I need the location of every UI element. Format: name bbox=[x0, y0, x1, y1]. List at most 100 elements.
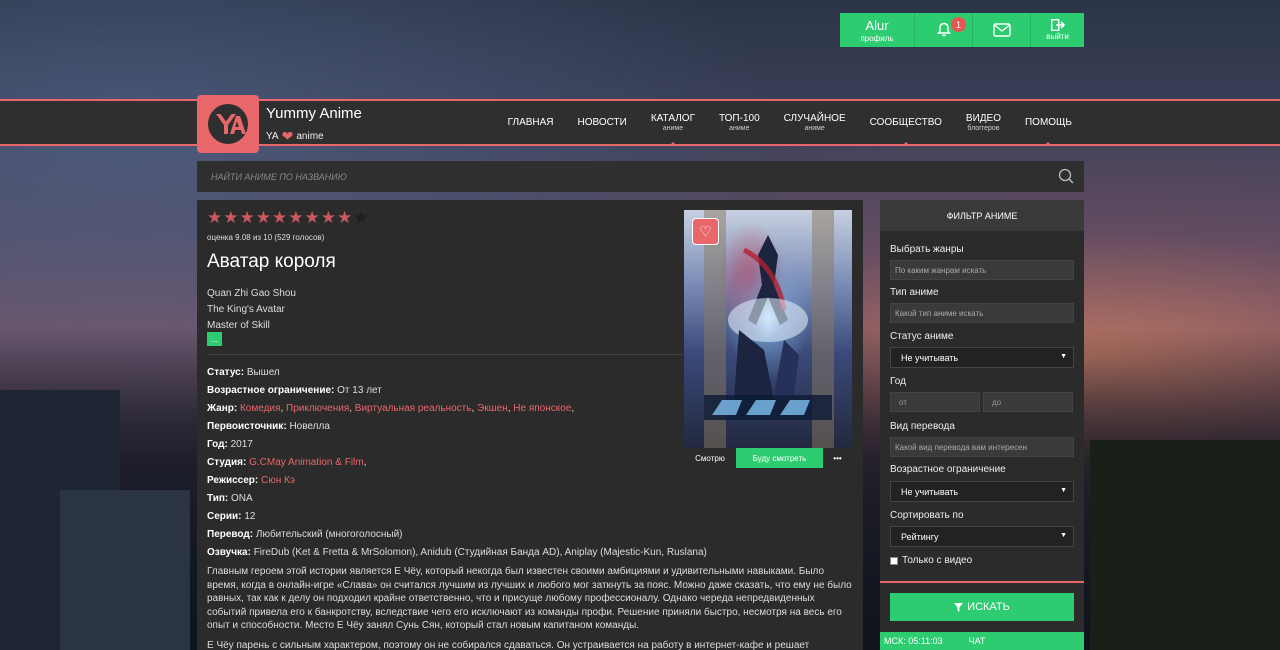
search-button-label: ИСКАТЬ bbox=[967, 601, 1010, 613]
info-label: Возрастное ограничение: bbox=[207, 385, 335, 396]
status-label: Статус аниме bbox=[890, 331, 954, 342]
genre-link[interactable]: Приключения bbox=[286, 403, 349, 414]
info-label: Первоисточник: bbox=[207, 421, 287, 432]
nav-help[interactable]: ПОМОЩЬ bbox=[1013, 101, 1084, 146]
logout-button[interactable]: выйти bbox=[1031, 13, 1084, 47]
info-value: Вышел bbox=[246, 367, 280, 378]
star-icon[interactable]: ★ bbox=[337, 209, 352, 226]
nav-catalog-label: КАТАЛОГ bbox=[650, 113, 695, 124]
studio-link[interactable]: G.CMay Animation & Film bbox=[249, 457, 363, 468]
star-icon[interactable]: ★ bbox=[305, 209, 320, 226]
notifications-button[interactable]: 1 bbox=[915, 13, 973, 47]
more-names-button[interactable]: ... bbox=[207, 332, 222, 346]
profile-label: профиль bbox=[860, 33, 894, 43]
heart-icon: ❤ bbox=[281, 128, 294, 144]
more-options-button[interactable]: ••• bbox=[823, 448, 852, 468]
nav-top100-label: ТОП-100 bbox=[718, 113, 760, 124]
search-button[interactable]: ИСКАТЬ bbox=[890, 593, 1074, 621]
info-value: От 13 лет bbox=[337, 385, 382, 396]
nav-home[interactable]: ГЛАВНАЯ bbox=[496, 101, 566, 144]
messages-button[interactable] bbox=[973, 13, 1031, 47]
nav-random-sub: аниме bbox=[804, 125, 825, 132]
anime-title: Аватар короля bbox=[207, 251, 336, 272]
genre-link[interactable]: Экшен bbox=[477, 403, 508, 414]
logout-label: выйти bbox=[1046, 32, 1069, 41]
star-icon[interactable]: ★ bbox=[272, 209, 287, 226]
star-icon[interactable]: ★ bbox=[207, 209, 222, 226]
bell-icon bbox=[936, 22, 951, 37]
star-icon[interactable]: ★ bbox=[321, 209, 336, 226]
site-tagline: YA ❤ anime bbox=[266, 128, 362, 145]
description-paragraph: Главным героем этой истории является Е Ч… bbox=[207, 566, 852, 632]
plan-to-watch-button[interactable]: Буду смотреть bbox=[736, 448, 823, 468]
site-logo[interactable] bbox=[197, 95, 259, 153]
watching-button[interactable]: Смотрю bbox=[684, 448, 736, 468]
info-value: 2017 bbox=[230, 439, 253, 450]
info-value: Новелла bbox=[289, 421, 330, 432]
rating-stars[interactable]: ★ ★ ★ ★ ★ ★ ★ ★ ★ ★ bbox=[207, 209, 369, 226]
status-select-value: Не учитывать bbox=[901, 352, 959, 363]
nav-random[interactable]: СЛУЧАЙНОЕ аниме bbox=[772, 101, 858, 144]
dropdown-arrow-icon: ▼ bbox=[1060, 353, 1067, 360]
director-link[interactable]: Сюн Кэ bbox=[261, 475, 295, 486]
nav-community[interactable]: СООБЩЕСТВО bbox=[858, 101, 954, 146]
info-value: ONA bbox=[231, 493, 253, 504]
anime-info: Статус: Вышел Возрастное ограничение: От… bbox=[207, 364, 707, 562]
info-label: Озвучка: bbox=[207, 547, 251, 558]
favorite-button[interactable]: ♡ bbox=[692, 218, 719, 245]
star-icon[interactable]: ★ bbox=[240, 209, 255, 226]
profile-button[interactable]: Alur профиль bbox=[840, 13, 915, 47]
info-label: Серии: bbox=[207, 511, 242, 522]
description-paragraph: Е Чёу парень с сильным характером, поэто… bbox=[207, 639, 810, 650]
info-type: Тип: ONA bbox=[207, 490, 677, 508]
info-label: Режиссер: bbox=[207, 475, 259, 486]
star-icon[interactable]: ★ bbox=[256, 209, 271, 226]
translation-label: Вид перевода bbox=[890, 421, 955, 432]
star-icon[interactable]: ★ bbox=[223, 209, 238, 226]
nav-catalog-sub: аниме bbox=[662, 125, 684, 132]
genre-link[interactable]: Не японское bbox=[513, 403, 571, 414]
type-input[interactable]: Какой тип аниме искать bbox=[890, 303, 1074, 323]
logo-icon bbox=[208, 104, 248, 144]
info-label: Студия: bbox=[207, 457, 247, 468]
divider bbox=[207, 354, 682, 355]
checkbox-box[interactable] bbox=[890, 556, 898, 565]
star-icon[interactable]: ★ bbox=[353, 209, 368, 226]
nav-help-label: ПОМОЩЬ bbox=[1024, 117, 1072, 128]
nav-catalog[interactable]: КАТАЛОГ аниме bbox=[639, 101, 707, 146]
nav-news-label: НОВОСТИ bbox=[577, 117, 627, 128]
genre-link[interactable]: Виртуальная реальность bbox=[355, 403, 472, 414]
info-value: Любительский (многоголосный) bbox=[255, 529, 403, 540]
chat-link[interactable]: ЧАТ bbox=[969, 636, 986, 646]
info-genres: Жанр: Комедия, Приключения, Виртуальная … bbox=[207, 403, 575, 414]
nav-video-sub: блоггеров bbox=[967, 125, 1000, 132]
status-select[interactable]: Не учитывать ▼ bbox=[890, 347, 1074, 368]
info-label: Статус: bbox=[207, 367, 245, 378]
info-translation: Перевод: Любительский (многоголосный) bbox=[207, 526, 677, 544]
info-age: Возрастное ограничение: От 13 лет bbox=[207, 382, 677, 400]
dropdown-arrow-icon: ▼ bbox=[1060, 487, 1067, 494]
search-input[interactable] bbox=[197, 161, 1084, 192]
clock-chat-bar: МСК: 05:11:03 ЧАТ bbox=[880, 632, 1084, 650]
age-select[interactable]: Не учитывать ▼ bbox=[890, 481, 1074, 502]
funnel-icon bbox=[954, 602, 964, 612]
genres-label: Выбрать жанры bbox=[890, 244, 964, 255]
genre-link[interactable]: Комедия bbox=[240, 403, 280, 414]
watch-list-bar: Смотрю Буду смотреть ••• bbox=[684, 448, 852, 468]
star-icon[interactable]: ★ bbox=[288, 209, 303, 226]
year-from-input[interactable]: от bbox=[890, 392, 980, 412]
rating-text: оценка 9.08 из 10 (529 голосов) bbox=[207, 233, 325, 242]
sort-select[interactable]: Рейтингу ▼ bbox=[890, 526, 1074, 547]
year-to-input[interactable]: до bbox=[983, 392, 1073, 412]
anime-card: ★ ★ ★ ★ ★ ★ ★ ★ ★ ★ оценка 9.08 из 10 (529 голосо… bbox=[197, 200, 863, 650]
nav-news[interactable]: НОВОСТИ bbox=[566, 101, 639, 144]
nav-top100[interactable]: ТОП-100 аниме bbox=[707, 101, 772, 144]
nav-video[interactable]: ВИДЕО блоггеров bbox=[954, 101, 1013, 144]
site-header: Yummy Anime YA ❤ anime ГЛАВНАЯ НОВОСТИ К… bbox=[0, 95, 1280, 153]
genres-input[interactable]: По каким жанрам искать bbox=[890, 260, 1074, 280]
translation-input[interactable]: Какой вид перевода вам интересен bbox=[890, 437, 1074, 457]
brand: Yummy Anime YA ❤ anime bbox=[266, 105, 362, 145]
nav-home-label: ГЛАВНАЯ bbox=[507, 117, 554, 128]
search-icon[interactable] bbox=[1058, 168, 1074, 184]
video-only-checkbox[interactable]: Только с видео bbox=[890, 555, 972, 566]
